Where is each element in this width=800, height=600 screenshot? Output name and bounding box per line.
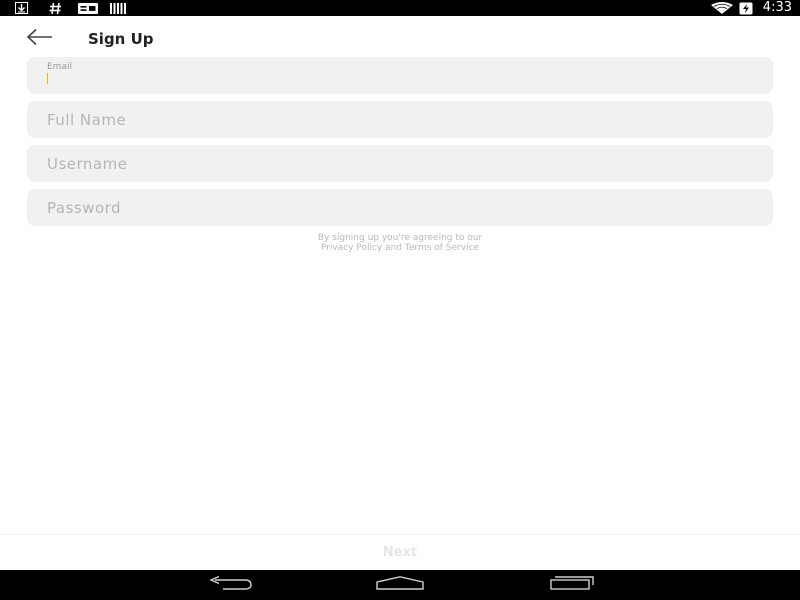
back-nav-button[interactable]	[205, 575, 255, 595]
status-left-icons	[14, 0, 126, 16]
recents-nav-icon	[549, 575, 595, 595]
terms-line-2[interactable]: Privacy Policy and Terms of Service	[0, 243, 800, 253]
system-nav-bar	[0, 570, 800, 600]
username-field	[27, 145, 773, 182]
header-bar: Sign Up	[0, 16, 800, 56]
page-title: Sign Up	[88, 30, 154, 48]
password-input[interactable]	[47, 189, 747, 226]
wifi-icon	[710, 0, 733, 16]
status-right-icons: 4:33	[710, 0, 792, 16]
full-name-input[interactable]	[47, 101, 747, 138]
arrow-left-icon	[24, 28, 56, 52]
status-bar: 4:33	[0, 0, 800, 16]
home-nav-button[interactable]	[375, 575, 425, 595]
status-time: 4:33	[762, 0, 792, 15]
terms-line-1: By signing up you're agreeing to our	[317, 233, 483, 243]
next-bar: Next	[0, 534, 800, 570]
recents-nav-button[interactable]	[547, 575, 597, 595]
hashtag-icon	[48, 0, 62, 16]
back-nav-icon	[207, 575, 253, 595]
email-field[interactable]: Email	[27, 57, 773, 94]
full-name-field	[27, 101, 773, 138]
battery-charging-icon	[739, 0, 753, 16]
sign-up-screen: 4:33 Sign Up Email By signing up you're	[0, 0, 800, 600]
terms-text: By signing up you're agreeing to our Pri…	[0, 233, 800, 253]
next-button[interactable]: Next	[0, 535, 800, 570]
text-cursor	[47, 73, 48, 84]
email-label: Email	[47, 62, 72, 72]
home-nav-icon	[376, 575, 424, 595]
message-icon	[78, 0, 98, 16]
back-button[interactable]	[24, 26, 56, 48]
barcode-icon	[110, 0, 126, 16]
download-icon	[14, 0, 28, 16]
username-input[interactable]	[47, 145, 747, 182]
password-field	[27, 189, 773, 226]
